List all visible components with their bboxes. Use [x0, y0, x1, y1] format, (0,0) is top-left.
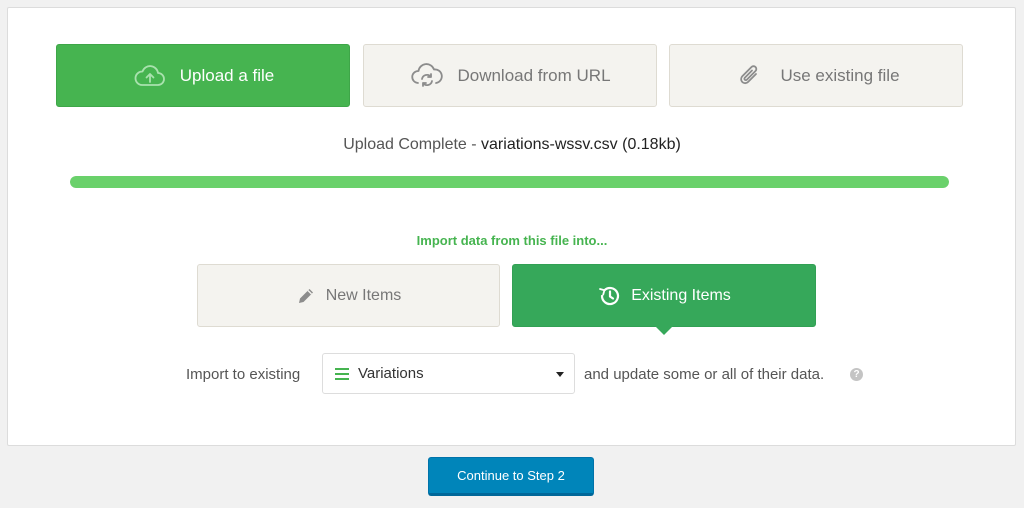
status-separator: -	[466, 136, 482, 153]
existing-items-button[interactable]: Existing Items	[512, 264, 816, 335]
cloud-upload-icon	[132, 61, 168, 91]
upload-progress-bar	[70, 176, 949, 188]
upload-file-button[interactable]: Upload a file	[56, 44, 350, 107]
item-type-selected-value: Variations	[358, 365, 424, 382]
use-existing-file-button[interactable]: Use existing file	[669, 44, 963, 107]
pencil-icon	[296, 286, 316, 306]
paperclip-icon	[732, 61, 768, 91]
upload-file-label: Upload a file	[179, 65, 275, 85]
import-to-existing-row: Import to existing Variations and update…	[0, 353, 1024, 395]
existing-items-label: Existing Items	[631, 286, 731, 304]
selection-pointer	[655, 326, 673, 335]
import-into-heading: Import data from this file into...	[416, 233, 608, 248]
cloud-sync-icon	[409, 61, 445, 91]
update-data-label: and update some or all of their data.	[584, 366, 825, 383]
download-from-url-label: Download from URL	[457, 65, 611, 85]
list-lines-icon	[335, 367, 349, 380]
chevron-down-icon[interactable]	[556, 372, 564, 377]
new-items-label: New Items	[325, 286, 402, 304]
status-prefix: Upload Complete	[343, 136, 467, 153]
import-to-existing-label: Import to existing	[186, 366, 301, 383]
status-filesize: (0.18kb)	[622, 136, 681, 153]
new-items-button[interactable]: New Items	[197, 264, 500, 327]
history-icon	[597, 285, 621, 307]
continue-to-step-2-button[interactable]: Continue to Step 2	[428, 457, 594, 496]
upload-progress-fill	[70, 176, 949, 188]
use-existing-file-label: Use existing file	[780, 65, 900, 85]
help-icon[interactable]: ?	[850, 368, 863, 381]
status-filename: variations-wssv.csv	[481, 136, 618, 153]
upload-status: Upload Complete - variations-wssv.csv (0…	[0, 136, 1024, 154]
download-from-url-button[interactable]: Download from URL	[363, 44, 657, 107]
item-type-select[interactable]: Variations	[322, 353, 575, 394]
